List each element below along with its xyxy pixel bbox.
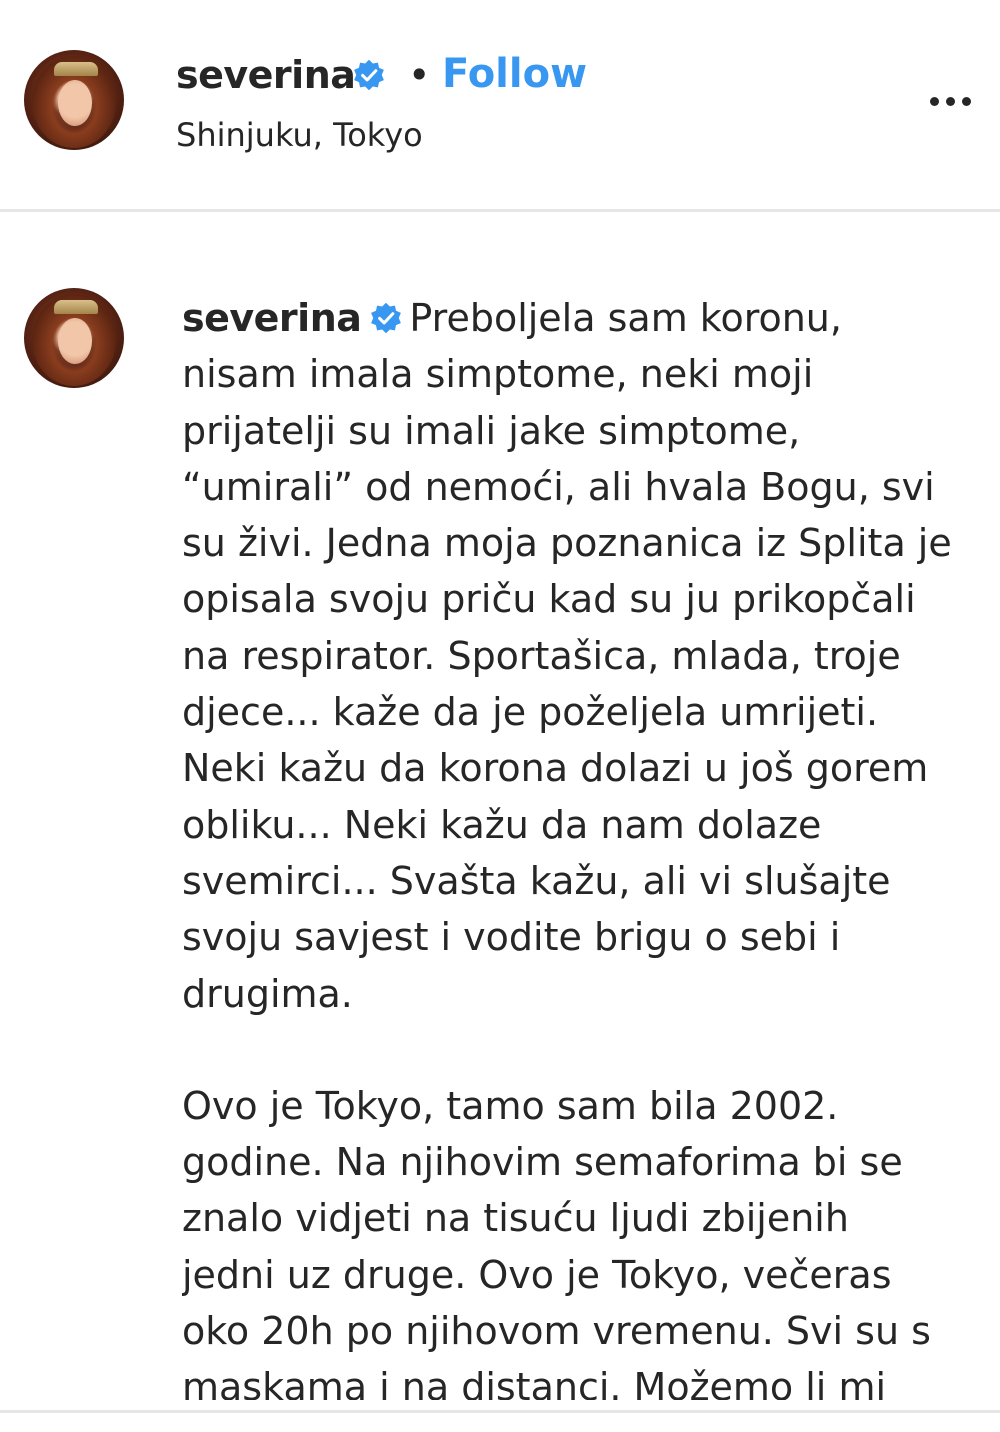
location-link[interactable]: Shinjuku, Tokyo	[176, 114, 423, 156]
separator-dot: •	[408, 53, 431, 97]
caption-paragraph: severina Preboljela sam koronu, nisam ima…	[182, 290, 952, 1022]
caption-text-1: Preboljela sam koronu, nisam imala simpt…	[182, 296, 952, 1016]
post-header: severina • Follow Shinjuku, Tokyo	[0, 0, 1000, 212]
more-options-icon[interactable]	[924, 82, 976, 122]
caption-text-2: Ovo je Tokyo, tamo sam bila 2002. godine…	[182, 1083, 931, 1400]
post-caption: severina Preboljela sam koronu, nisam ima…	[182, 290, 952, 1400]
caption-username[interactable]: severina	[182, 296, 362, 340]
follow-button[interactable]: Follow	[442, 48, 587, 100]
verified-badge-icon	[371, 302, 402, 334]
verified-badge-icon	[354, 59, 384, 91]
header-username[interactable]: severina	[176, 50, 356, 100]
profile-avatar[interactable]	[24, 50, 124, 150]
instagram-post: severina • Follow Shinjuku, Tokyo severi…	[0, 0, 1000, 1432]
caption-avatar[interactable]	[24, 288, 124, 388]
divider	[0, 1410, 1000, 1413]
